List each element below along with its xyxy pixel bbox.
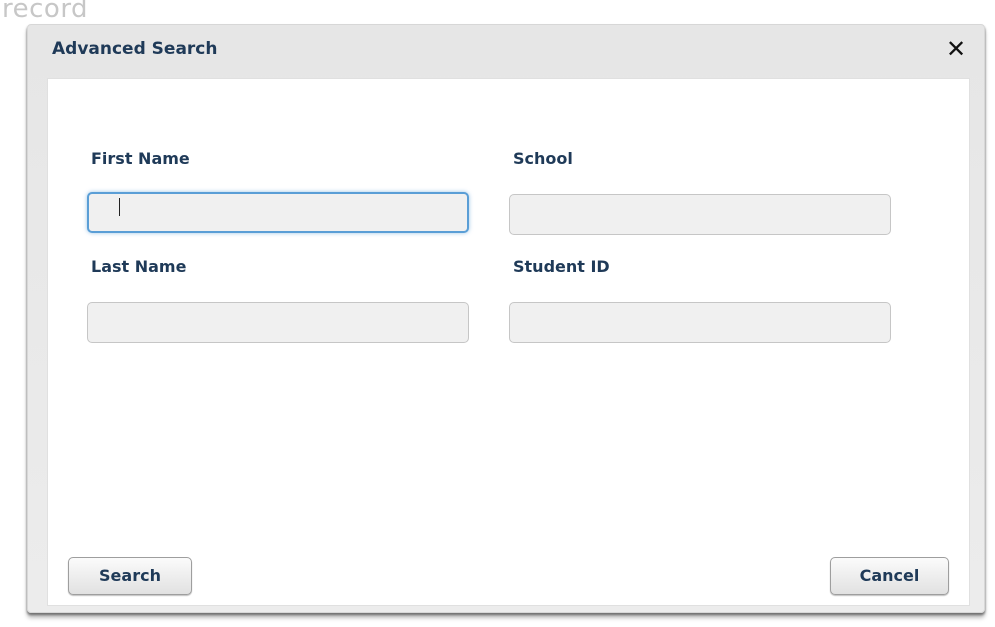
close-icon[interactable]: ✕ — [942, 35, 970, 63]
text-caret — [119, 198, 120, 216]
first-name-label: First Name — [91, 149, 190, 168]
cancel-button[interactable]: Cancel — [830, 557, 949, 595]
background-page-text: record — [2, 0, 89, 24]
last-name-label: Last Name — [91, 257, 187, 276]
dialog-content: First Name School Last Name Student ID S… — [47, 78, 970, 606]
last-name-input[interactable] — [87, 302, 469, 343]
school-label: School — [513, 149, 573, 168]
school-input[interactable] — [509, 194, 891, 235]
page: record Advanced Search ✕ First Name Scho… — [0, 0, 995, 627]
dialog-title: Advanced Search — [52, 39, 218, 59]
search-button[interactable]: Search — [68, 557, 192, 595]
first-name-input[interactable] — [87, 192, 469, 233]
student-id-input[interactable] — [509, 302, 891, 343]
student-id-label: Student ID — [513, 257, 610, 276]
dialog-titlebar: Advanced Search ✕ — [28, 25, 984, 81]
advanced-search-dialog: Advanced Search ✕ First Name School Last… — [27, 24, 985, 613]
